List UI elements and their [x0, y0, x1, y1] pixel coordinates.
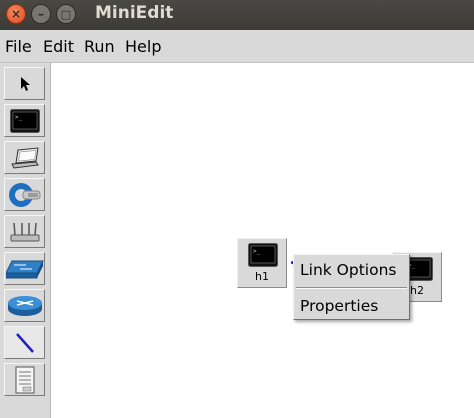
- link-options-menu-item[interactable]: Link Options: [300, 261, 396, 279]
- minimize-window-button[interactable]: –: [31, 4, 51, 24]
- menu-file[interactable]: File: [5, 37, 32, 56]
- title-bar: × – □ MiniEdit: [0, 0, 474, 30]
- close-window-button[interactable]: ×: [6, 4, 26, 24]
- link-line-icon: [15, 332, 34, 353]
- netlink-tool-button[interactable]: [4, 326, 45, 359]
- tool-palette: >_: [0, 63, 51, 418]
- document-icon: [15, 366, 34, 393]
- terminal-icon: >_: [248, 243, 278, 267]
- context-menu: Link Options Properties: [293, 254, 410, 320]
- svg-text:>_: >_: [253, 248, 261, 255]
- legacy-router-tool-button[interactable]: [4, 289, 45, 322]
- host-tool-button[interactable]: >_: [4, 104, 45, 137]
- router-tool-button[interactable]: [4, 215, 45, 248]
- switch-tool-button[interactable]: [4, 252, 45, 285]
- properties-menu-item[interactable]: Properties: [300, 297, 378, 315]
- menu-help[interactable]: Help: [125, 37, 161, 56]
- controller-icon: [8, 182, 40, 207]
- svg-text:>_: >_: [15, 114, 23, 121]
- terminal-icon: >_: [9, 108, 40, 133]
- menu-separator: [296, 287, 407, 289]
- controller-tool-button[interactable]: [4, 178, 45, 211]
- laptop-icon: [10, 146, 39, 169]
- maximize-window-button[interactable]: □: [56, 4, 76, 24]
- menu-bar: File Edit Run Help: [0, 30, 474, 63]
- pointer-icon: [20, 76, 30, 91]
- menu-run[interactable]: Run: [84, 37, 115, 56]
- switch-icon: [5, 260, 44, 278]
- window-title: MiniEdit: [95, 3, 174, 23]
- host-node-h1[interactable]: >_ h1: [237, 238, 287, 288]
- node-label-h1: h1: [255, 270, 269, 283]
- notes-tool-button[interactable]: [4, 363, 45, 396]
- wireless-router-icon: [10, 222, 39, 241]
- select-tool-button[interactable]: [4, 67, 45, 100]
- laptop-tool-button[interactable]: [4, 141, 45, 174]
- menu-edit[interactable]: Edit: [43, 37, 74, 56]
- router-disc-icon: [7, 295, 42, 316]
